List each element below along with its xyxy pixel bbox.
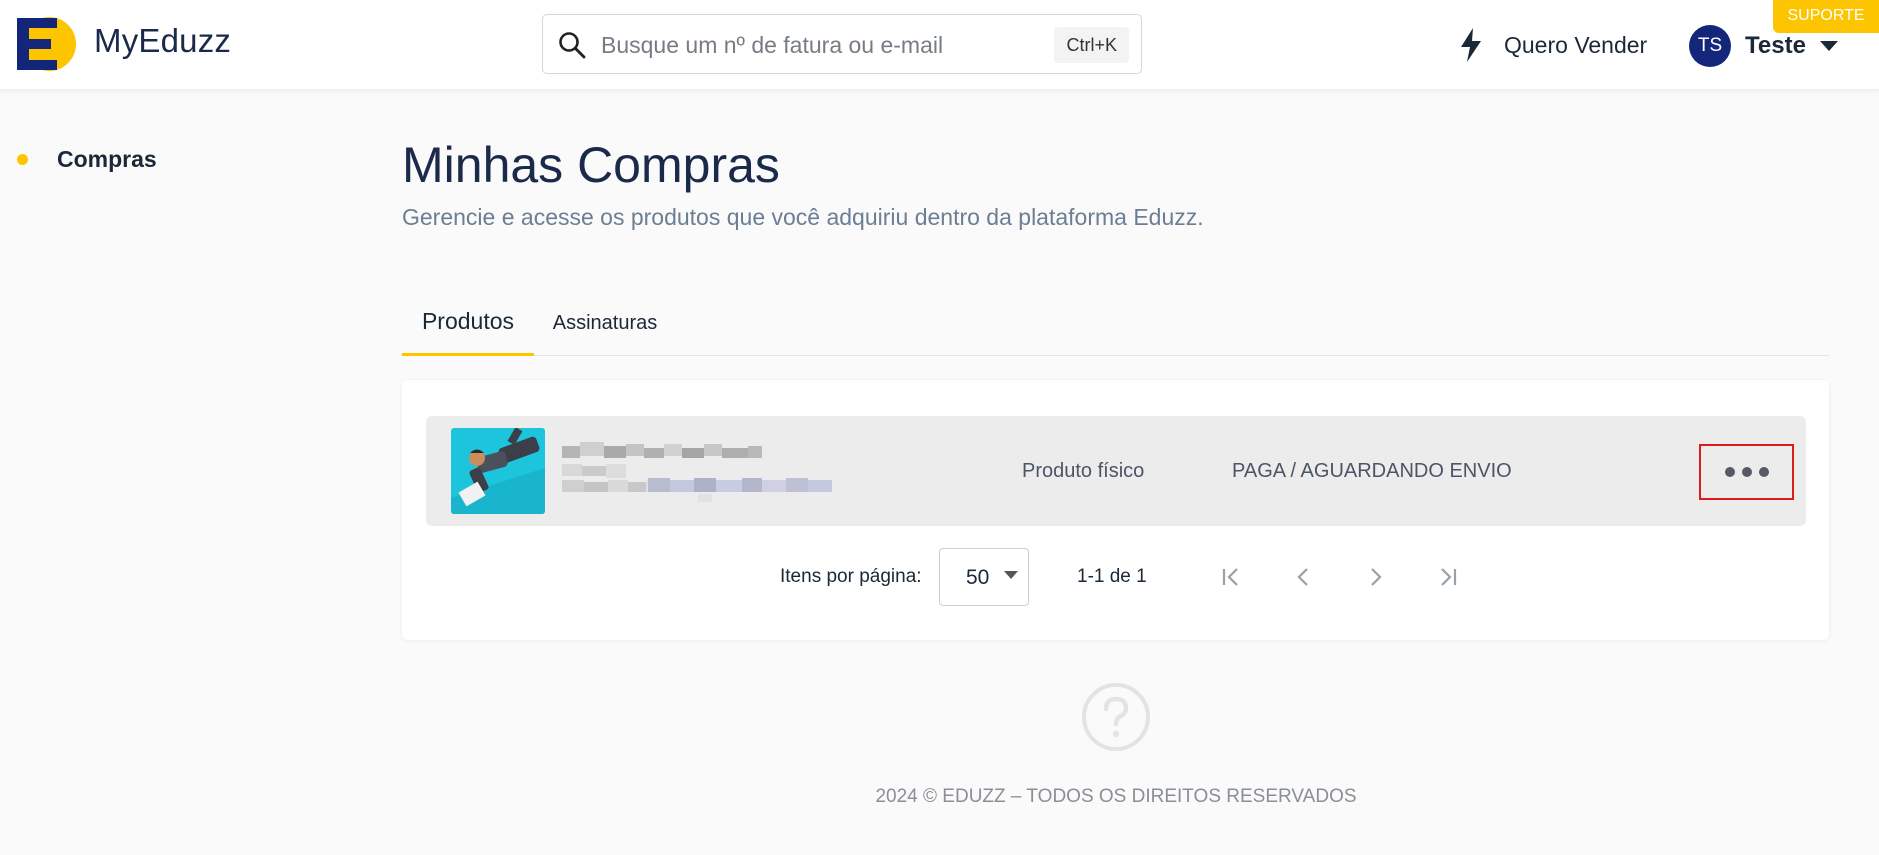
search-shortcut-hint: Ctrl+K (1054, 27, 1129, 63)
tab-assinaturas[interactable]: Assinaturas (542, 290, 668, 356)
sidebar-item-compras[interactable]: Compras (17, 146, 157, 173)
sell-label: Quero Vender (1504, 31, 1648, 58)
sell-link[interactable]: Quero Vender (1458, 26, 1647, 64)
page-title: Minhas Compras (402, 137, 780, 193)
brand-name[interactable]: MyEduzz (94, 22, 231, 60)
more-options-button[interactable] (1699, 444, 1794, 500)
items-per-page-value: 50 (966, 566, 990, 589)
tab-bar: Produtos Assinaturas (402, 290, 1829, 356)
product-row[interactable]: Produto físico PAGA / AGUARDANDO ENVIO (426, 416, 1806, 526)
next-page-icon[interactable] (1360, 562, 1390, 592)
more-horizontal-icon (1724, 467, 1735, 477)
active-indicator-dot (17, 154, 28, 165)
page-subtitle: Gerencie e acesse os produtos que você a… (402, 204, 1204, 230)
chevron-down-icon (1004, 571, 1018, 579)
help-icon[interactable] (1081, 682, 1151, 752)
items-per-page-select[interactable]: 50 (939, 548, 1029, 606)
eduzz-logo-icon[interactable] (17, 16, 77, 72)
top-header: MyEduzz Ctrl+K Quero Vender TS Teste SUP… (0, 0, 1879, 90)
sidebar-item-label: Compras (57, 146, 157, 172)
pagination: Itens por página: 50 1-1 de 1 (402, 548, 1829, 606)
footer-copyright: 2024 © EDUZZ – TODOS OS DIREITOS RESERVA… (875, 786, 1357, 807)
search-input[interactable] (601, 25, 1011, 65)
last-page-icon[interactable] (1432, 562, 1462, 592)
first-page-icon[interactable] (1217, 562, 1247, 592)
chevron-down-icon (1819, 41, 1838, 51)
tab-produtos[interactable]: Produtos (402, 290, 534, 356)
product-type: Produto físico (1022, 460, 1145, 482)
items-per-page-label: Itens por página: (780, 566, 922, 587)
products-card: Produto físico PAGA / AGUARDANDO ENVIO I… (402, 380, 1829, 640)
bolt-icon (1461, 28, 1481, 62)
support-button[interactable]: SUPORTE (1773, 0, 1879, 33)
prev-page-icon[interactable] (1289, 562, 1319, 592)
search-bar[interactable]: Ctrl+K (542, 14, 1142, 74)
search-icon (559, 32, 586, 59)
pagination-range: 1-1 de 1 (1077, 566, 1147, 587)
more-dot (1741, 467, 1752, 477)
avatar: TS (1689, 25, 1731, 67)
more-dot (1758, 467, 1769, 477)
status-badge: PAGA / AGUARDANDO ENVIO (1232, 460, 1512, 482)
user-name: Teste (1745, 32, 1806, 59)
product-thumbnail (451, 428, 545, 514)
product-name-redacted (562, 442, 832, 502)
